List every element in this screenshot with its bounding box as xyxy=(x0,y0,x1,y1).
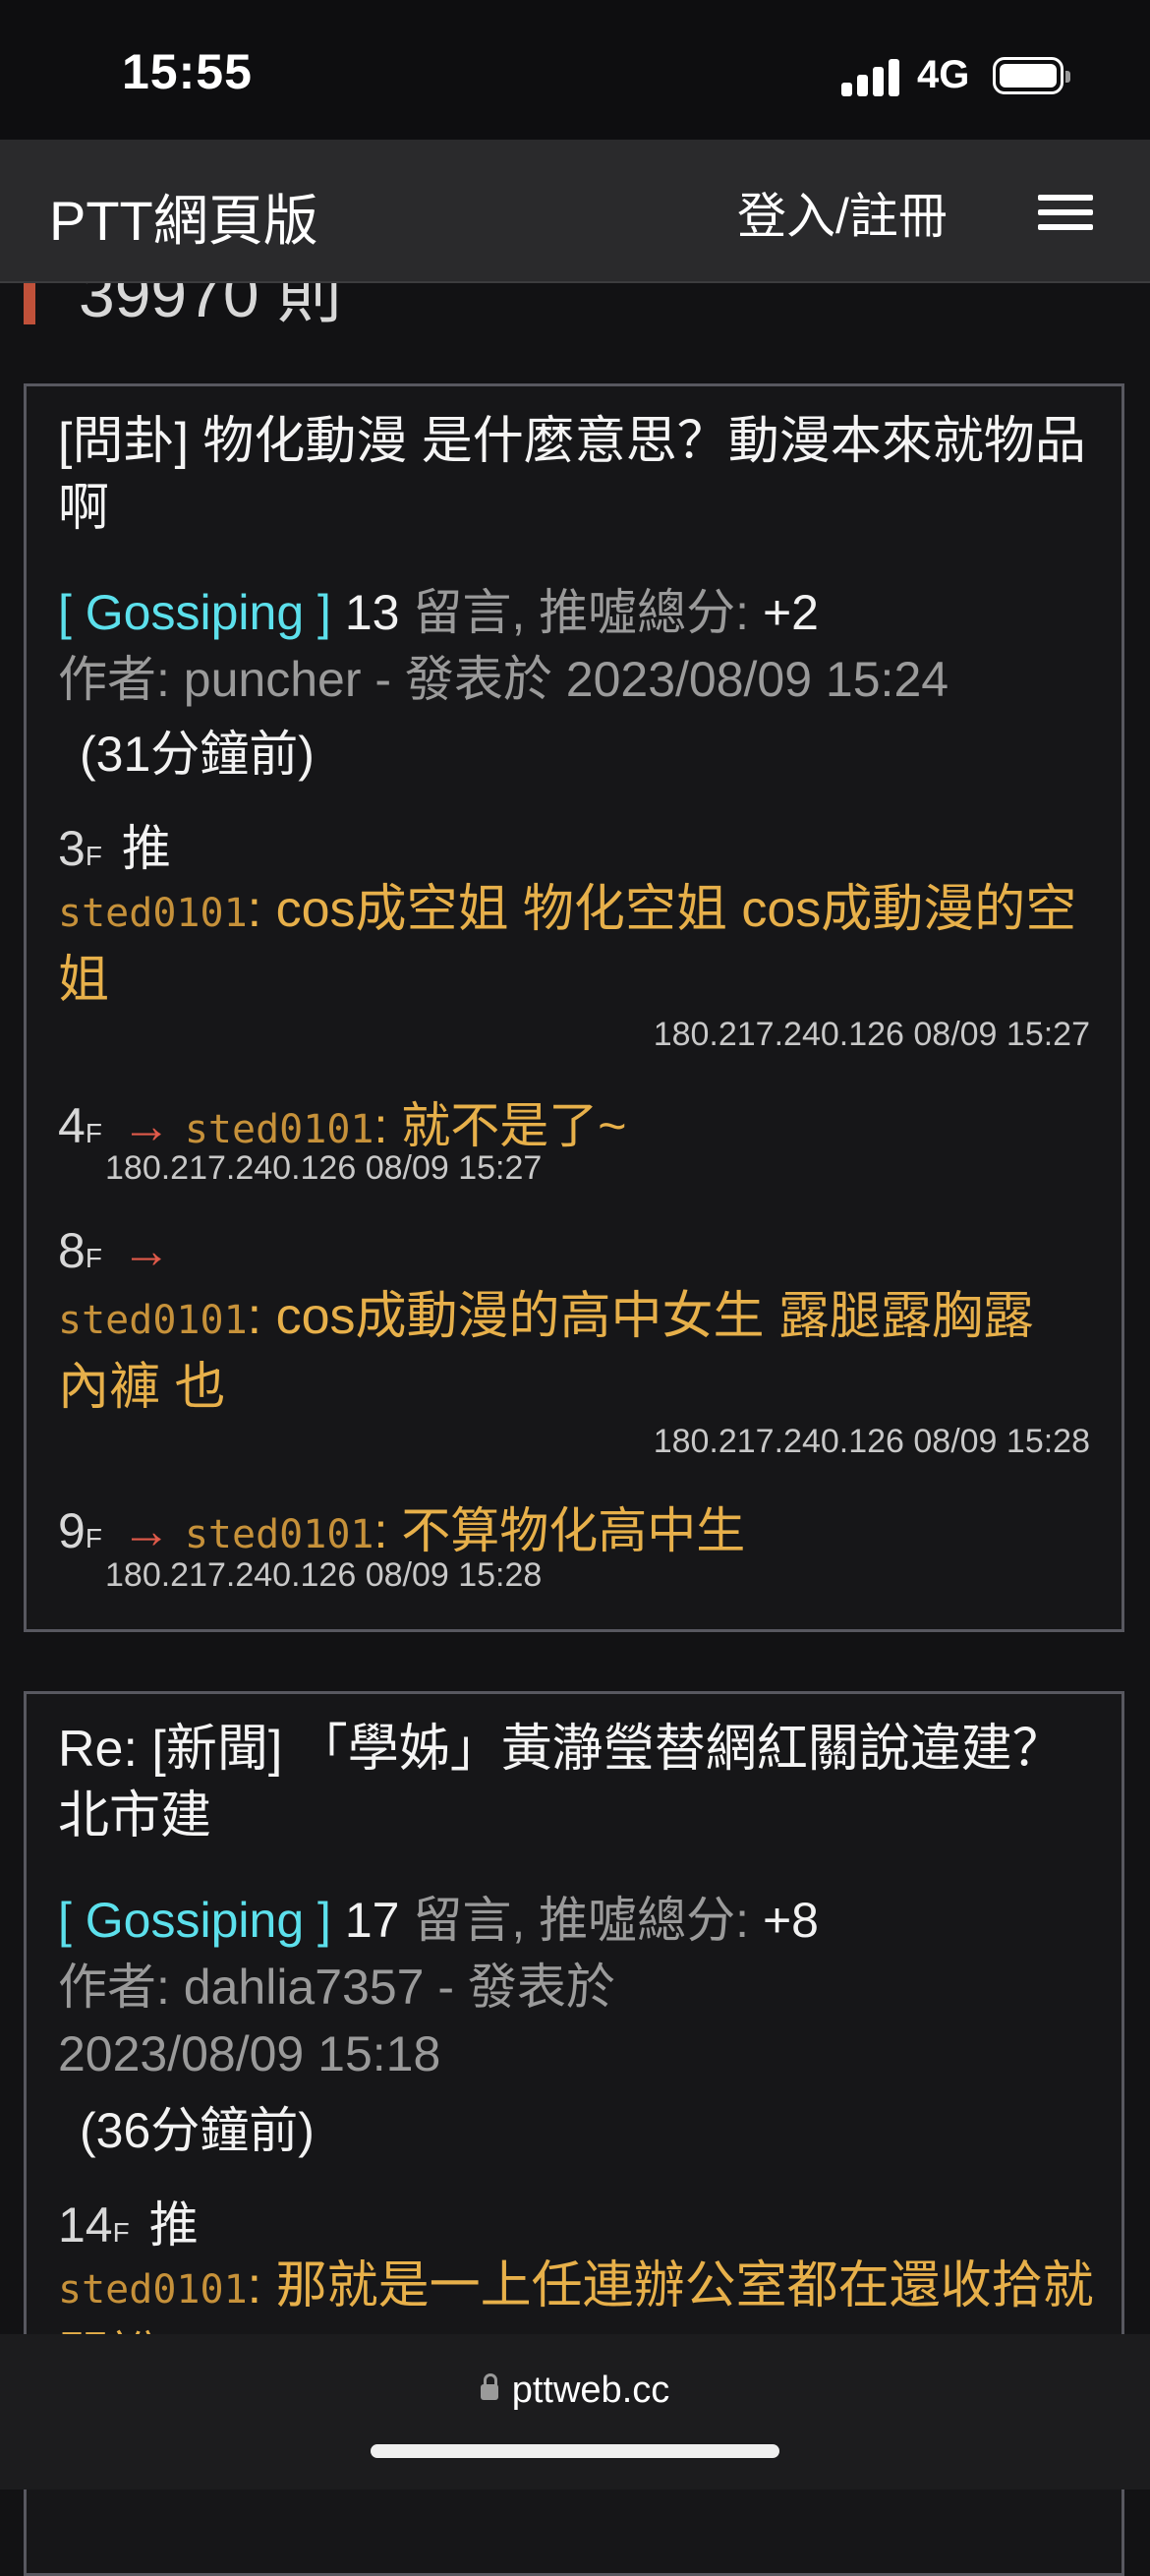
comment-floor: 3F 推 xyxy=(58,809,171,880)
post-title[interactable]: Re: [新聞] 「學姊」黃瀞瑩替網紅關說違建？北市建 xyxy=(58,1716,1100,1849)
arrow-tag: → xyxy=(121,1098,171,1153)
post-meta: [ Gossiping ] 17 留言, 推噓總分: +8 xyxy=(58,1887,819,1954)
comment-user[interactable]: sted0101 xyxy=(58,1298,248,1343)
comment-user[interactable]: sted0101 xyxy=(185,1107,374,1152)
hamburger-menu-icon[interactable] xyxy=(1038,195,1093,230)
network-label: 4G xyxy=(917,53,970,96)
floor-number: 4 xyxy=(58,1098,86,1153)
floor-suffix: F xyxy=(85,1118,102,1148)
comment-content: 就不是了~ xyxy=(401,1098,627,1153)
floor-suffix: F xyxy=(85,1523,102,1553)
floor-suffix: F xyxy=(85,1243,102,1273)
status-bar: 15:55 4G xyxy=(0,0,1150,140)
author-line: 作者: dahlia7357 - 發表於 2023/08/09 15:18 xyxy=(58,1960,615,2081)
comment-text: sted0101: cos成動漫的高中女生 露腿露胸露內褲 也 xyxy=(58,1288,1034,1416)
url-text[interactable]: pttweb.cc xyxy=(512,2370,670,2411)
time-ago: (36分鐘前) xyxy=(80,2103,315,2158)
comment-label: 留言, 推噓總分: xyxy=(413,585,750,640)
comment-floor: 8F → xyxy=(58,1222,171,1279)
floor-suffix: F xyxy=(85,841,102,871)
login-register-link[interactable]: 登入/註冊 xyxy=(737,177,948,248)
comment-user[interactable]: sted0101 xyxy=(58,2267,248,2313)
comment-count: 13 xyxy=(344,585,400,640)
url-display[interactable]: pttweb.cc xyxy=(0,2370,1150,2412)
floor-number: 8 xyxy=(58,1223,86,1278)
site-header: PTT網頁版 登入/註冊 xyxy=(0,140,1150,283)
site-title[interactable]: PTT網頁版 xyxy=(49,177,318,257)
post-meta: [ Gossiping ] 13 留言, 推噓總分: +2 xyxy=(58,579,819,646)
article-count-strip: 39970 則 xyxy=(0,283,1150,330)
comment-ip-time: 180.217.240.126 08/09 15:27 xyxy=(105,1149,543,1187)
author-line: 作者: puncher - 發表於 2023/08/09 15:24 xyxy=(58,652,949,707)
score: +2 xyxy=(762,585,819,640)
comment-label: 留言, 推噓總分: xyxy=(413,1893,750,1948)
battery-icon xyxy=(993,57,1070,94)
arrow-tag: → xyxy=(121,1223,171,1278)
comment-text: sted0101: cos成空姐 物化空姐 cos成動漫的空姐 xyxy=(58,881,1077,1009)
comment-ip-time: 180.217.240.126 08/09 15:28 xyxy=(653,1423,1090,1460)
score: +8 xyxy=(762,1893,819,1948)
comment-floor: 4F → sted0101: 就不是了~ xyxy=(58,1098,627,1153)
comment-ip-time: 180.217.240.126 08/09 15:28 xyxy=(105,1556,543,1594)
article-count: 39970 則 xyxy=(79,283,342,330)
floor-suffix: F xyxy=(112,2217,130,2248)
comment-user[interactable]: sted0101 xyxy=(185,1512,374,1557)
comment-floor: 14F 推 xyxy=(58,2186,199,2256)
comment-content: 不算物化高中生 xyxy=(401,1503,746,1558)
time-ago: (31分鐘前) xyxy=(80,727,315,782)
post-title[interactable]: [問卦] 物化動漫 是什麼意思？動漫本來就物品啊 xyxy=(58,408,1100,542)
status-time: 15:55 xyxy=(122,44,253,99)
browser-address-bar[interactable]: pttweb.cc xyxy=(0,2334,1150,2489)
post-card[interactable]: [問卦] 物化動漫 是什麼意思？動漫本來就物品啊 [ Gossiping ] 1… xyxy=(24,383,1124,1632)
floor-number: 3 xyxy=(58,821,86,876)
board-tag[interactable]: [ Gossiping ] xyxy=(58,1893,331,1948)
signal-icon xyxy=(841,57,900,96)
floor-number: 9 xyxy=(58,1503,86,1558)
home-indicator[interactable] xyxy=(371,2444,779,2458)
comment-user[interactable]: sted0101 xyxy=(58,891,248,936)
board-tag[interactable]: [ Gossiping ] xyxy=(58,585,331,640)
comment-ip-time: 180.217.240.126 08/09 15:27 xyxy=(653,1016,1090,1053)
arrow-tag: → xyxy=(121,1503,171,1558)
push-tag: 推 xyxy=(121,821,171,876)
accent-bar xyxy=(24,283,35,324)
floor-number: 14 xyxy=(58,2197,113,2253)
comment-floor: 9F → sted0101: 不算物化高中生 xyxy=(58,1503,746,1558)
push-tag: 推 xyxy=(148,2197,199,2253)
lock-icon xyxy=(480,2373,498,2400)
comment-count: 17 xyxy=(344,1893,400,1948)
